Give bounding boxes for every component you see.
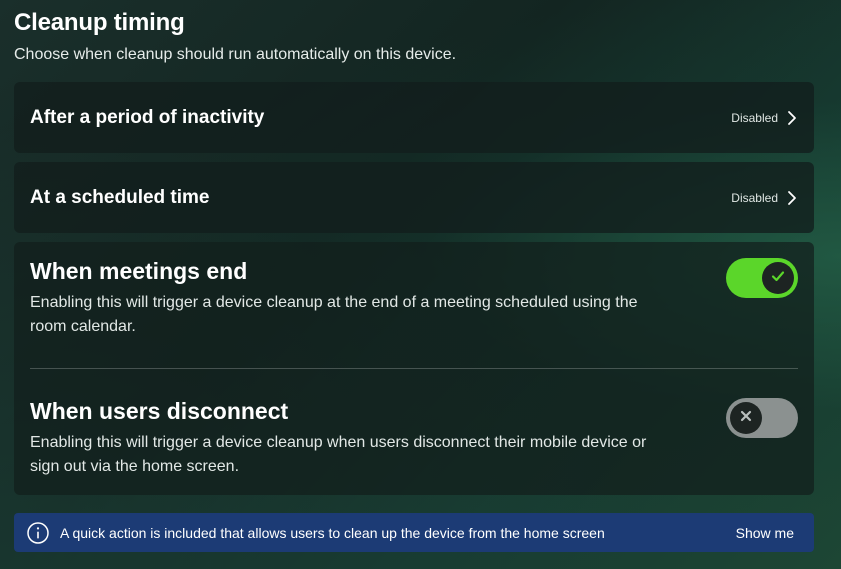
- scheduled-time-row-status: Disabled: [731, 190, 778, 205]
- quick-action-banner: A quick action is included that allows u…: [14, 513, 814, 552]
- meetings-end-heading: When meetings end: [30, 258, 248, 284]
- show-me-link[interactable]: Show me: [736, 525, 794, 541]
- inactivity-row-label: After a period of inactivity: [30, 106, 265, 128]
- section-divider: [30, 368, 798, 369]
- close-icon: [739, 409, 753, 428]
- inactivity-row-status: Disabled: [731, 110, 778, 125]
- info-icon: [26, 521, 50, 545]
- users-disconnect-description: Enabling this will trigger a device clea…: [30, 434, 647, 475]
- toggle-knob: [762, 262, 794, 294]
- meetings-end-description: Enabling this will trigger a device clea…: [30, 294, 638, 335]
- meetings-end-section: When meetings end Enabling this will tri…: [30, 258, 798, 339]
- scheduled-time-row[interactable]: At a scheduled time Disabled: [14, 162, 814, 233]
- scheduled-time-row-label: At a scheduled time: [30, 186, 210, 208]
- users-disconnect-section: When users disconnect Enabling this will…: [30, 398, 798, 479]
- users-disconnect-toggle[interactable]: [726, 398, 798, 438]
- users-disconnect-heading: When users disconnect: [30, 398, 289, 424]
- check-icon: [770, 268, 786, 289]
- toggle-group-card: When meetings end Enabling this will tri…: [14, 242, 814, 495]
- page-subtitle: Choose when cleanup should run automatic…: [14, 46, 457, 63]
- chevron-right-icon: [786, 190, 798, 206]
- toggle-knob: [730, 402, 762, 434]
- page-title: Cleanup timing: [14, 9, 185, 36]
- inactivity-row[interactable]: After a period of inactivity Disabled: [14, 82, 814, 153]
- chevron-right-icon: [786, 110, 798, 126]
- meetings-end-toggle[interactable]: [726, 258, 798, 298]
- banner-message: A quick action is included that allows u…: [60, 524, 605, 541]
